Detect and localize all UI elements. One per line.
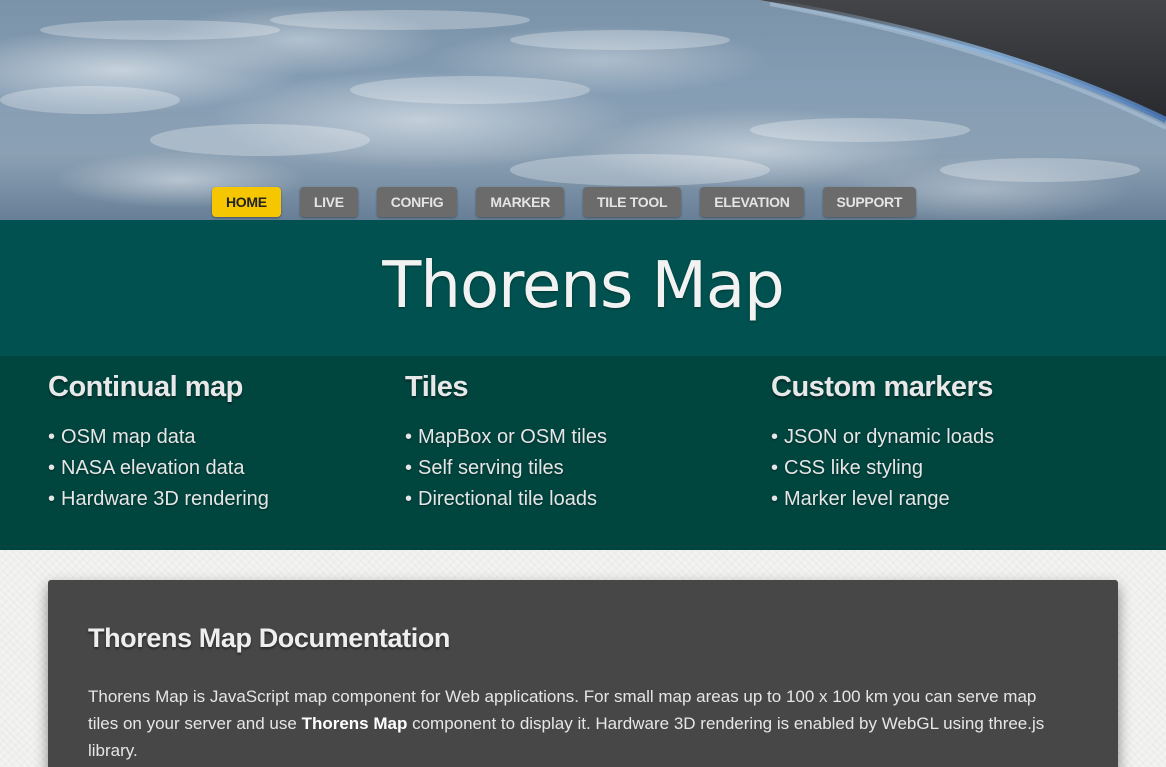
feature-item: MapBox or OSM tiles [405, 422, 607, 453]
documentation-heading: Thorens Map Documentation [88, 623, 451, 653]
feature-heading: Continual map [48, 371, 243, 403]
feature-custom-markers: Custom markers JSON or dynamic loads CSS… [771, 368, 994, 515]
title-band: Thorens Map [0, 220, 1166, 356]
features-band: Continual map OSM map data NASA elevatio… [0, 356, 1166, 550]
nav-config[interactable]: CONFIG [376, 187, 458, 217]
feature-item: OSM map data [48, 422, 269, 453]
feature-item: Marker level range [771, 484, 994, 515]
nav-support[interactable]: SUPPORT [822, 187, 917, 217]
feature-tiles: Tiles MapBox or OSM tiles Self serving t… [405, 368, 607, 515]
nav-live[interactable]: LIVE [299, 187, 358, 217]
feature-heading: Tiles [405, 371, 469, 403]
feature-item: Self serving tiles [405, 453, 607, 484]
intro-product-name: Thorens Map [301, 714, 408, 733]
feature-item: Hardware 3D rendering [48, 484, 269, 515]
nav-home[interactable]: HOME [212, 187, 281, 217]
feature-heading: Custom markers [771, 371, 993, 403]
documentation-intro: Thorens Map is JavaScript map component … [88, 683, 1063, 764]
documentation-card: Thorens Map Documentation Thorens Map is… [48, 580, 1118, 767]
feature-item: CSS like styling [771, 453, 994, 484]
feature-item: JSON or dynamic loads [771, 422, 994, 453]
feature-list: OSM map data NASA elevation data Hardwar… [48, 422, 269, 515]
feature-item: Directional tile loads [405, 484, 607, 515]
main-nav: HOME LIVE CONFIG MARKER TILE TOOL ELEVAT… [212, 187, 917, 217]
feature-item: NASA elevation data [48, 453, 269, 484]
feature-continual-map: Continual map OSM map data NASA elevatio… [48, 368, 269, 515]
nav-tile-tool[interactable]: TILE TOOL [583, 187, 682, 217]
feature-list: MapBox or OSM tiles Self serving tiles D… [405, 422, 607, 515]
nav-marker[interactable]: MARKER [476, 187, 565, 217]
feature-list: JSON or dynamic loads CSS like styling M… [771, 422, 994, 515]
site-title: Thorens Map [382, 249, 784, 323]
nav-elevation[interactable]: ELEVATION [700, 187, 804, 217]
hero-banner: HOME LIVE CONFIG MARKER TILE TOOL ELEVAT… [0, 0, 1166, 220]
